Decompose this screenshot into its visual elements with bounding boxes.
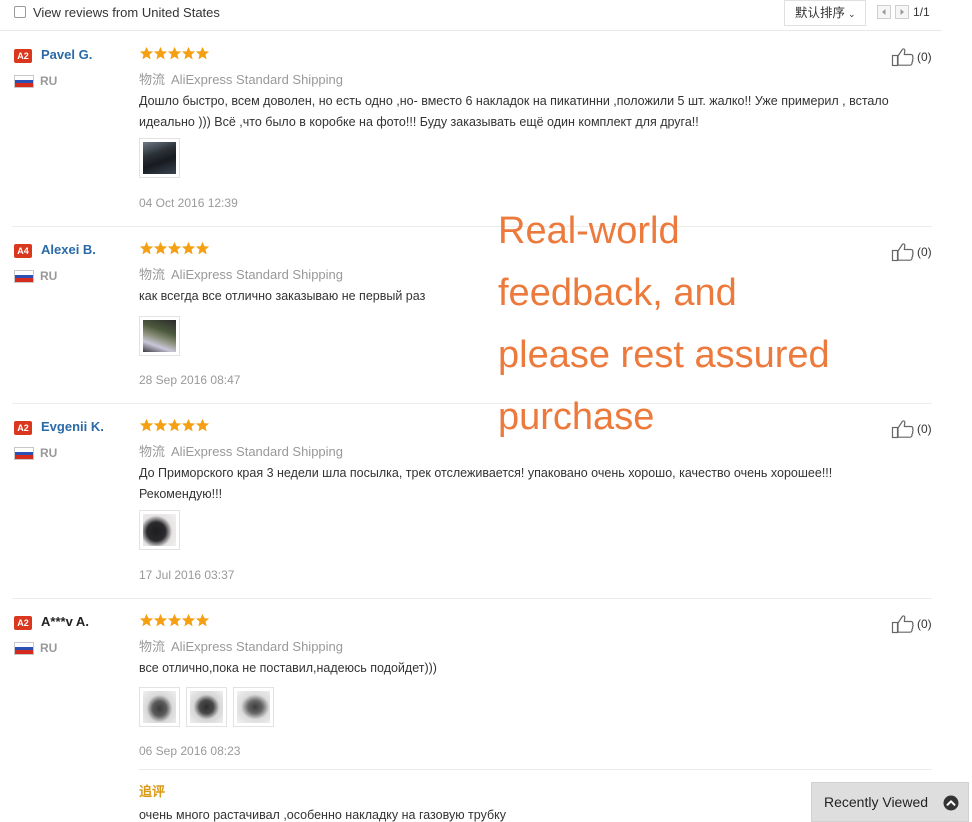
shipping-name: AliExpress Standard Shipping [171,267,344,282]
star-icon [195,241,210,255]
star-icon [195,46,210,60]
like-count: (0) [917,617,932,631]
review-text: Дошло быстро, всем доволен, но есть одно… [139,94,889,129]
reviewer-country: RU [40,641,58,655]
buyer-level-badge: A2 [14,616,32,630]
caret-right-icon [900,9,904,15]
star-icon [181,241,196,255]
shipping-prefix: 物流 [139,639,166,654]
sort-label: 默认排序 [795,6,846,20]
shipping-method: 物流 AliExpress Standard Shipping [139,264,343,283]
review-date: 17 Jul 2016 03:37 [139,568,235,582]
star-icon [167,418,182,432]
review-toolbar: View reviews from United States 默认排序 ⌄ 1/… [0,0,942,31]
filter-label[interactable]: View reviews from United States [33,5,220,20]
next-page-button[interactable] [895,5,909,19]
reviewer-name: Pavel G. [41,47,93,62]
star-icon [153,418,168,432]
star-icon [181,613,196,627]
star-icon [153,46,168,60]
thumbs-up-icon[interactable] [891,419,917,439]
country-flag-icon [14,447,34,460]
shipping-method: 物流 AliExpress Standard Shipping [139,441,343,460]
review-photo-thumbnail[interactable] [139,510,180,550]
country-flag-icon [14,75,34,88]
country-flag-icon [14,270,34,283]
shipping-method: 物流 AliExpress Standard Shipping [139,69,343,88]
recently-viewed-button[interactable]: Recently Viewed [811,782,969,822]
review-photo-thumbnail[interactable] [233,687,274,727]
star-icon [167,241,182,255]
additional-review-text: очень много растачивал ,особенно накладк… [139,808,506,822]
promo-overlay-text: Real-world feedback, and please rest ass… [498,200,830,448]
shipping-prefix: 物流 [139,267,166,282]
star-icon [153,241,168,255]
buyer-level-badge: A2 [14,421,32,435]
prev-page-button[interactable] [877,5,891,19]
star-icon [167,613,182,627]
chevron-down-icon: ⌄ [848,9,856,19]
review-date: 28 Sep 2016 08:47 [139,373,241,387]
reviewer-country: RU [40,269,58,283]
thumbs-up-icon[interactable] [891,242,917,262]
review-item: A2 Pavel G. RU 物流 AliExpress Standard Shi… [0,31,942,227]
star-icon [139,46,154,60]
review-photo-thumbnail[interactable] [186,687,227,727]
promo-line: feedback, and [498,272,737,314]
promo-line: Real-world [498,210,680,252]
thumbs-up-icon[interactable] [891,47,917,67]
caret-left-icon [882,9,886,15]
review-text: До Приморского края 3 недели шла посылка… [139,466,833,501]
like-count: (0) [917,50,932,64]
star-rating [139,241,210,257]
buyer-level-badge: A2 [14,49,32,63]
star-rating [139,613,210,629]
country-flag-icon [14,642,34,655]
promo-line: please rest assured [498,334,830,376]
star-icon [195,613,210,627]
reviewer-name: Alexei B. [41,242,96,257]
shipping-name: AliExpress Standard Shipping [171,639,344,654]
like-count: (0) [917,422,932,436]
additional-review-label: 追评 [139,784,166,799]
review-photo-thumbnail[interactable] [139,687,180,727]
recently-viewed-label: Recently Viewed [824,794,929,810]
review-date: 04 Oct 2016 12:39 [139,196,238,210]
like-count: (0) [917,245,932,259]
pagination-text: 1/1 [913,5,930,19]
star-icon [153,613,168,627]
shipping-name: AliExpress Standard Shipping [171,444,344,459]
thumbs-up-icon[interactable] [891,614,917,634]
chevron-up-circle-icon [943,795,959,811]
shipping-prefix: 物流 [139,444,166,459]
reviewer-country: RU [40,74,58,88]
review-text: все отлично,пока не поставил,надеюсь под… [139,661,437,675]
star-icon [139,241,154,255]
star-rating [139,46,210,62]
reviewer-name: A***v A. [41,614,89,629]
reviewer-country: RU [40,446,58,460]
buyer-level-badge: A4 [14,244,32,258]
star-icon [195,418,210,432]
star-icon [181,46,196,60]
star-icon [181,418,196,432]
star-icon [167,46,182,60]
star-icon [139,613,154,627]
reviewer-name: Evgenii K. [41,419,104,434]
sort-dropdown[interactable]: 默认排序 ⌄ [784,0,866,26]
divider [139,769,932,770]
filter-checkbox[interactable] [14,6,26,18]
review-date: 06 Sep 2016 08:23 [139,744,241,758]
star-icon [139,418,154,432]
promo-line: purchase [498,396,655,438]
shipping-method: 物流 AliExpress Standard Shipping [139,636,343,655]
shipping-prefix: 物流 [139,72,166,87]
review-photo-thumbnail[interactable] [139,316,180,356]
star-rating [139,418,210,434]
review-photo-thumbnail[interactable] [139,138,180,178]
shipping-name: AliExpress Standard Shipping [171,72,344,87]
